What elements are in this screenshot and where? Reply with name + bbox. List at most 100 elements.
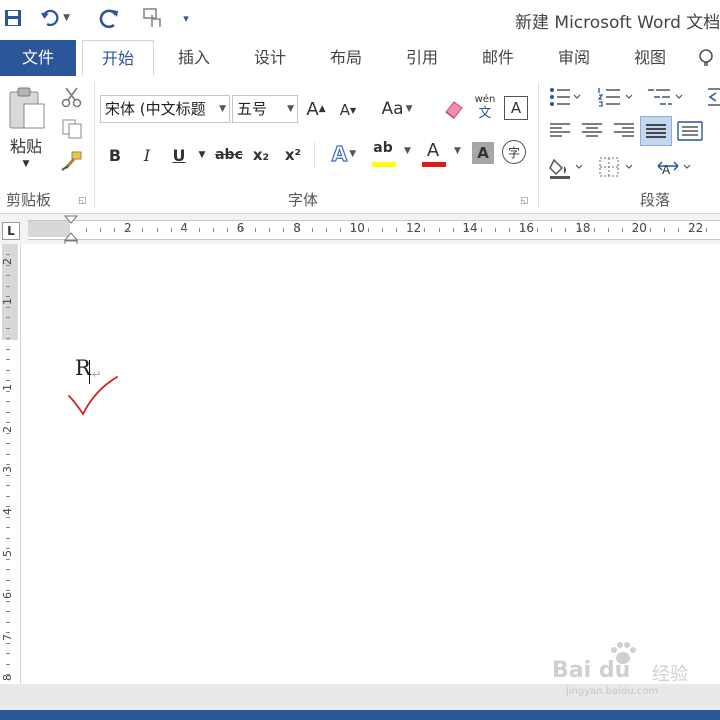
vertical-ruler-tick [6,506,10,507]
tab-selector-icon[interactable]: L [2,222,20,240]
tab-review[interactable]: 审阅 [546,40,602,76]
enclose-characters-button[interactable]: 字 [502,140,526,164]
justify-icon [646,124,666,138]
vertical-ruler-tick [6,327,10,329]
highlight-label: ab [373,140,393,156]
ruler-tick [297,228,299,232]
underline-dropdown-icon[interactable]: ▼ [196,142,208,168]
group-divider [94,82,95,208]
vertical-ruler-number: 1 [1,298,14,305]
change-case-button[interactable]: Aa ▼ [374,96,420,122]
grow-font-label: A [306,98,319,120]
ruler-tick [438,228,440,232]
font-launcher-icon[interactable]: ◱ [520,196,529,206]
phonetic-guide-button[interactable]: wén 文 [472,94,498,124]
redo-icon[interactable] [97,4,123,32]
vertical-ruler-tick [6,495,10,497]
borders-icon[interactable] [598,154,638,180]
italic-button[interactable]: I [136,142,158,168]
tab-home[interactable]: 开始 [82,40,154,76]
ruler-tick [452,228,454,232]
ruler-tick [650,228,651,232]
superscript-button[interactable]: x² [280,142,306,168]
numbering-icon[interactable] [596,86,636,108]
font-color-button[interactable]: A ▼ [420,140,462,168]
document-page[interactable]: R ↵ [21,244,720,684]
chinese-layout-icon[interactable]: A [656,154,696,180]
tab-references[interactable]: 引用 [394,40,450,76]
grow-font-button[interactable]: A ▲ [304,96,328,122]
format-painter-icon[interactable] [60,150,84,172]
paste-icon[interactable] [4,86,48,132]
group-divider [538,82,539,208]
vertical-ruler-tick [6,432,10,434]
paste-button[interactable]: 粘贴 [4,134,48,156]
vertical-ruler-tick [6,474,10,476]
tab-view[interactable]: 视图 [622,40,678,76]
save-icon[interactable] [2,4,24,32]
copy-icon[interactable] [60,118,84,140]
bold-button[interactable]: B [104,142,126,168]
clear-formatting-icon[interactable] [442,98,466,120]
justify-button[interactable] [640,116,672,146]
ruler-tick [664,228,666,232]
ruler-strip [28,220,720,240]
vertical-ruler-tick [6,348,10,350]
bullets-icon[interactable] [548,86,582,108]
vertical-ruler-tick [6,663,10,665]
font-name-combo[interactable]: 宋体 (中文标题 ▼ [100,95,230,123]
change-case-label: Aa [381,99,404,119]
align-center-icon[interactable] [580,120,604,142]
tab-design[interactable]: 设计 [242,40,298,76]
align-right-icon[interactable] [612,120,636,142]
touch-mode-icon[interactable] [140,4,168,32]
vertical-ruler-tick [6,642,10,644]
vertical-ruler-tick [6,527,10,528]
undo-icon[interactable]: ▼ [40,4,70,32]
tab-file[interactable]: 文件 [0,40,76,76]
chevron-down-icon: ▼ [454,146,461,156]
highlight-button[interactable]: ab ▼ [370,140,412,168]
clipboard-group-label: 剪贴板 [6,191,52,209]
multilevel-list-icon[interactable] [646,86,686,108]
cut-icon[interactable] [60,86,84,108]
ruler-tick [537,228,539,232]
vertical-ruler-tick [6,275,10,276]
vertical-ruler-tick [6,453,10,455]
text-effects-button[interactable]: A ▼ [324,140,364,168]
paragraph-shading-icon[interactable] [548,154,588,180]
tab-mailings[interactable]: 邮件 [470,40,526,76]
tell-me-icon[interactable] [696,48,716,68]
ruler-number: 16 [518,221,535,235]
ruler-tick [424,228,426,232]
ruler-tick [466,228,468,232]
tab-layout[interactable]: 布局 [318,40,374,76]
character-shading-button[interactable]: A [472,142,494,164]
underline-button[interactable]: U [168,142,190,168]
chevron-down-icon: ▼ [219,104,226,114]
vertical-ruler-tick [6,338,10,339]
ruler-tick [509,228,510,232]
vertical-ruler-tick [6,369,10,371]
decrease-indent-icon[interactable] [706,86,720,108]
align-left-icon[interactable] [548,120,572,142]
shrink-font-label: A [339,101,351,119]
distributed-icon[interactable] [676,118,704,144]
customize-icon[interactable]: ▾ [178,4,194,32]
shrink-font-button[interactable]: A ▼ [336,98,360,122]
ruler-tick [523,228,525,232]
font-size-combo[interactable]: 五号 ▼ [232,95,298,123]
window-title: 新建 Microsoft Word 文档 [515,13,720,33]
ruler-tick [100,228,102,232]
ruler-tick [198,228,200,232]
ruler-tick [128,228,130,232]
strikethrough-button[interactable]: abc [214,142,244,168]
ruler-tick [396,228,398,232]
ruler-number: 20 [631,221,647,235]
watermark-brand: Bai du [552,658,631,683]
subscript-button[interactable]: x₂ [248,142,274,168]
clipboard-launcher-icon[interactable]: ◱ [78,196,87,206]
character-border-button[interactable]: A [504,96,528,120]
tab-insert[interactable]: 插入 [166,40,222,76]
paste-dropdown-icon[interactable]: ▼ [18,158,34,170]
